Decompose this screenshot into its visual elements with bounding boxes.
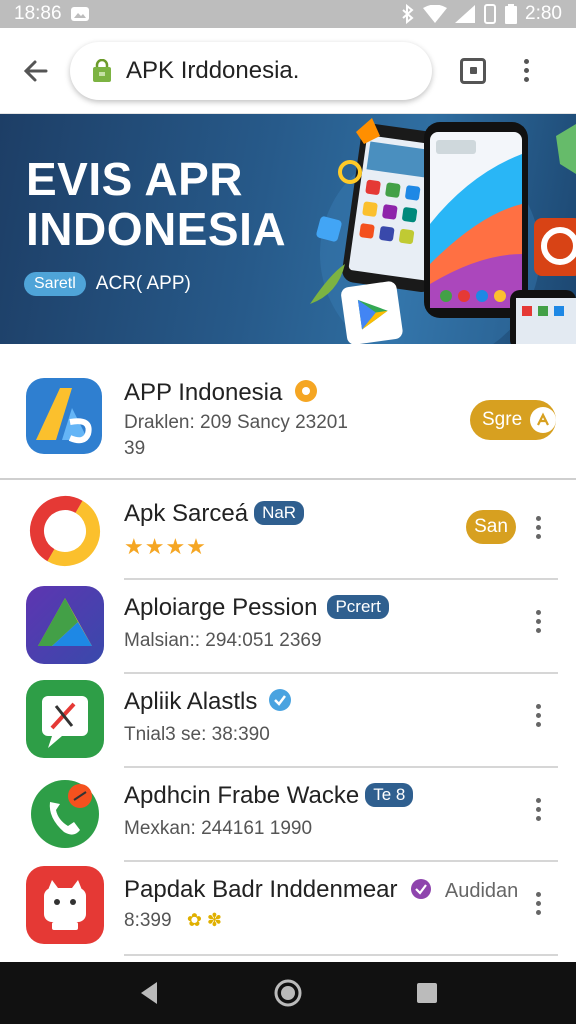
app-name-row: Apk Sarceá NaR: [124, 500, 305, 528]
wifi-icon: [423, 5, 448, 23]
list-item-apdhcin-frabe-wacke[interactable]: Apdhcin Frabe Wacke Te 8 Mexkan: 244161 1…: [0, 768, 576, 862]
home-circle-icon: [274, 979, 302, 1007]
tab-switcher-icon: [460, 57, 486, 84]
app-name: Papdak Badr Inddenmear: [124, 876, 398, 903]
featured-get-label: Sgre: [482, 409, 523, 430]
status-bar: 18:86 2:80: [0, 0, 576, 28]
row-divider: [124, 954, 558, 956]
app-tag: Te 8: [365, 783, 414, 807]
app-tag: Pcrert: [327, 595, 389, 619]
chat-compass-app-icon: [26, 680, 104, 758]
system-nav-bar: [0, 962, 576, 1024]
nav-recents-button[interactable]: [407, 973, 447, 1013]
row-more-button[interactable]: [530, 798, 546, 821]
drive-triangle-app-icon: [26, 586, 104, 664]
banner-badge: Saretl: [24, 272, 86, 296]
back-triangle-icon: [141, 982, 158, 1004]
list-item-apliik-alastls[interactable]: Apliik Alastls Tnial3 se: 38:390: [0, 674, 576, 768]
row-more-button[interactable]: [530, 704, 546, 727]
featured-get-button[interactable]: Sgre: [470, 400, 556, 440]
featured-app-name: APP Indonesia: [124, 379, 283, 406]
recents-square-icon: [416, 983, 437, 1003]
row-more-button[interactable]: [530, 892, 546, 915]
featured-app-row[interactable]: APP Indonesia Draklen: 209 Sancy 23201 3…: [0, 362, 576, 480]
banner-subtitle: ACR( APP): [95, 273, 191, 294]
app-name: Apliik Alastls: [124, 688, 258, 715]
phone-call-app-icon: [26, 774, 104, 852]
rating-stars: ★★★★: [124, 534, 207, 559]
back-button[interactable]: [14, 49, 58, 93]
featured-app-sub1: Draklen: 209 Sancy 23201: [124, 412, 348, 433]
address-bar[interactable]: APK Irddonesia.: [70, 41, 432, 100]
app-name-row: Apdhcin Frabe Wacke Te 8: [124, 782, 414, 810]
featured-button-circle-icon: [530, 407, 556, 433]
featured-app-title: APP Indonesia: [124, 378, 319, 407]
sparkle-badge-icon: ✿ ✽: [186, 910, 222, 930]
browser-menu-button[interactable]: [516, 59, 536, 82]
nav-home-button[interactable]: [268, 973, 308, 1013]
app-name: Apk Sarceá: [124, 500, 249, 527]
tabs-button[interactable]: [456, 54, 490, 88]
status-time-right: 2:80: [525, 3, 562, 24]
app-name: Aploiarge Pession: [124, 594, 318, 621]
cat-app-icon: [26, 866, 104, 944]
app-indonesia-icon: [26, 378, 102, 454]
vibrate-icon: [484, 4, 497, 24]
status-time-left: 18:86: [14, 3, 62, 24]
signal-icon: [455, 5, 476, 23]
shopping-bag-icon: [93, 58, 111, 82]
app-name-row: Papdak Badr Inddenmear Audidan: [124, 876, 518, 904]
banner-title-line2: INDONESIA: [26, 203, 287, 255]
banner-title: EVIS APR INDONESIA: [26, 154, 286, 254]
install-button[interactable]: San: [466, 510, 516, 544]
app-tag: NaR: [254, 501, 305, 525]
app-name: Apdhcin Frabe Wacke: [124, 782, 360, 809]
app-sub: 8:399: [124, 910, 172, 931]
app-name-row: Apliik Alastls: [124, 688, 292, 716]
verified-check-icon: [269, 689, 292, 711]
app-name-row: Aploiarge Pession Pcrert: [124, 594, 389, 622]
app-sub: Malsian:: 294:051 2369: [124, 630, 322, 651]
app-sub-row: 8:399 ✿ ✽: [124, 910, 222, 932]
bluetooth-icon: [402, 4, 414, 24]
app-sub: Tnial3 se: 38:390: [124, 724, 270, 745]
verified-check-icon: [411, 879, 432, 899]
image-notification-icon: [70, 7, 89, 21]
banner-badge-row: Saretl ACR( APP): [24, 272, 191, 296]
list-item-apk-sarcea[interactable]: Apk Sarceá NaR ★★★★ San: [0, 486, 576, 580]
back-arrow-icon: [23, 60, 48, 81]
battery-icon: [505, 4, 518, 24]
hero-banner[interactable]: EVIS APR INDONESIA Saretl ACR( APP): [0, 114, 576, 344]
verified-gear-icon: [295, 380, 318, 402]
banner-title-line1: EVIS APR: [26, 153, 244, 205]
list-item-aploiarge-pession[interactable]: Aploiarge Pession Pcrert Malsian:: 294:05…: [0, 580, 576, 674]
list-item-papdak-badr[interactable]: Papdak Badr Inddenmear Audidan 8:399 ✿ ✽: [0, 862, 576, 956]
url-text: APK Irddonesia.: [126, 56, 300, 84]
row-more-button[interactable]: [530, 610, 546, 633]
featured-app-sub2: 39: [124, 438, 146, 459]
browser-toolbar: APK Irddonesia.: [0, 28, 576, 114]
refresh-circle-app-icon: [26, 492, 104, 570]
nav-back-button[interactable]: [129, 973, 169, 1013]
row-more-button[interactable]: [530, 516, 546, 539]
app-extra-label: Audidan: [444, 880, 519, 902]
app-sub: Mexkan: 244161 1990: [124, 818, 313, 839]
install-label: San: [474, 516, 508, 537]
